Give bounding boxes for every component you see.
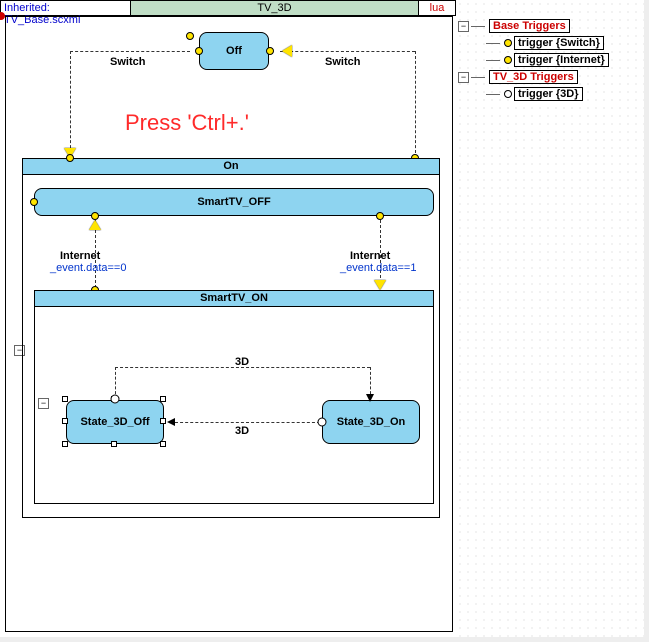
selection-handle[interactable] [111,441,117,447]
selection-handle[interactable] [62,418,68,424]
tree-toggle-icon[interactable]: − [458,72,469,83]
arrow-icon [374,280,386,290]
trigger-dot-icon [504,56,512,64]
transition-label: 3D [235,425,249,437]
state-label: State_3D_On [337,416,405,428]
transition-label: Internet [350,250,390,262]
hint-overlay: Press 'Ctrl+.' [125,110,249,136]
scrollbar-horizontal[interactable] [0,637,649,642]
selection-handle[interactable] [160,396,166,402]
trigger-dot-icon [504,90,512,98]
port-icon[interactable] [91,212,99,220]
transition-cond: _event.data==1 [340,262,416,274]
tree-connector-icon [471,19,489,33]
state-off[interactable]: Off [199,32,269,70]
trigger-item[interactable]: trigger {Switch} [514,36,604,50]
diagram-title: TV_3D [131,1,419,15]
script-lang: lua [419,1,455,15]
arrow-icon [89,220,101,230]
port-icon[interactable] [30,198,38,206]
state-label: Off [226,45,242,57]
port-icon[interactable] [266,47,274,55]
initial-dot-icon [111,395,120,404]
diagram-area[interactable]: Inherited: TV_Base.scxml TV_3D lua − − O… [0,0,456,642]
transition-label: 3D [235,356,249,368]
state-3d-on[interactable]: State_3D_On [322,400,420,444]
transition-label: Internet [60,250,100,262]
tree-connector-icon [471,70,489,84]
state-label: SmartTV_ON [35,291,433,307]
trigger-item[interactable]: trigger {3D} [514,87,583,101]
trigger-dot-icon [504,39,512,47]
editor-canvas[interactable]: Inherited: TV_Base.scxml TV_3D lua − − O… [0,0,649,642]
trigger-item[interactable]: trigger {Internet} [514,53,609,67]
selection-handle[interactable] [62,396,68,402]
state-label: SmartTV_OFF [197,196,270,208]
trigger-group[interactable]: TV_3D Triggers [489,70,578,84]
port-icon[interactable] [195,47,203,55]
trigger-group[interactable]: Base Triggers [489,19,570,33]
initial-dot-icon [318,418,327,427]
tree-connector-icon [486,53,504,67]
selection-handle[interactable] [62,441,68,447]
arrow-icon [282,45,292,57]
inherited-label: Inherited: TV_Base.scxml [1,1,131,15]
arrow-icon [366,394,374,402]
transition-label: Switch [325,56,360,68]
tree-connector-icon [486,87,504,101]
selection-handle[interactable] [160,418,166,424]
selection-handle[interactable] [160,441,166,447]
state-3d-off[interactable]: State_3D_Off [66,400,164,444]
port-icon[interactable] [66,154,74,162]
scrollbar-vertical[interactable] [644,0,649,642]
trigger-tree[interactable]: − Base Triggers trigger {Switch} trigger… [458,18,644,103]
tree-toggle-icon[interactable]: − [458,21,469,32]
tree-connector-icon [486,36,504,50]
port-icon[interactable] [186,32,194,40]
diagram-header: Inherited: TV_Base.scxml TV_3D lua [0,0,456,16]
arrow-icon [167,418,175,426]
transition-label: Switch [110,56,145,68]
state-smarttv-on[interactable]: SmartTV_ON [34,290,434,504]
transition-cond: _event.data==0 [50,262,126,274]
port-icon[interactable] [376,212,384,220]
state-label: State_3D_Off [80,416,149,428]
state-label: On [23,159,439,175]
